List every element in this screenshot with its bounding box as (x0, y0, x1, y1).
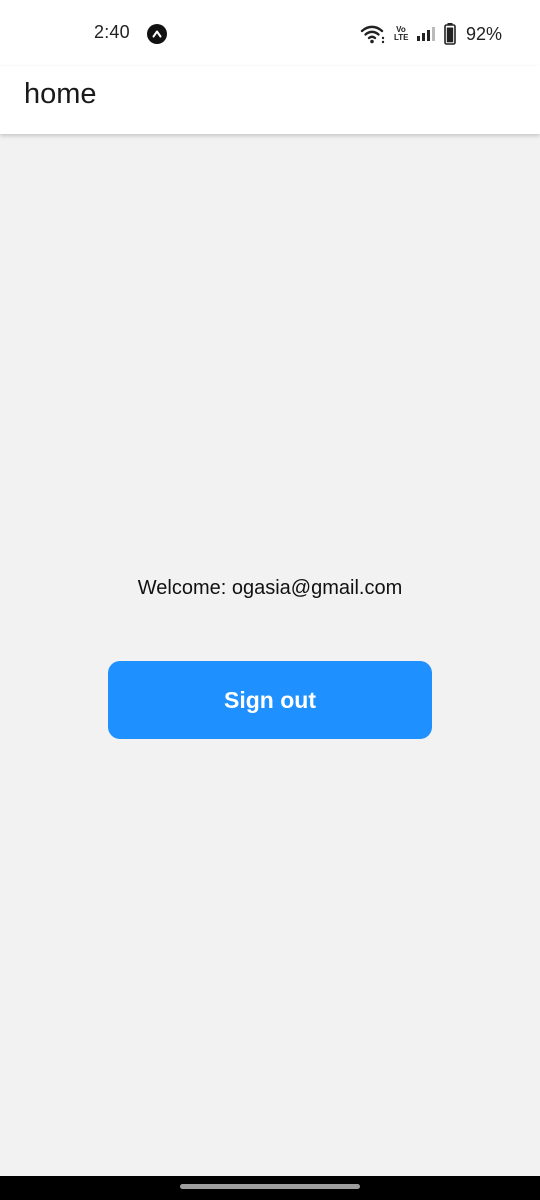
home-gesture-handle[interactable] (180, 1184, 360, 1189)
battery-icon (444, 23, 456, 45)
screen: 2:40 Vo LTE 92% home Welcome: ogasia@gma… (0, 0, 540, 1200)
page-title: home (24, 78, 97, 110)
status-icons: Vo LTE 92% (360, 21, 502, 47)
app-notification-icon (147, 24, 167, 44)
battery-percent: 92% (465, 23, 502, 44)
navigation-bar (0, 1176, 540, 1200)
chevron-up-icon (152, 30, 162, 38)
status-bar: 2:40 Vo LTE 92% (0, 0, 540, 66)
signal-icon (416, 27, 435, 41)
welcome-text: Welcome: ogasia@gmail.com (137, 577, 403, 599)
sign-out-button[interactable]: Sign out (108, 661, 432, 739)
volte-icon: Vo LTE (393, 25, 409, 42)
wifi-icon (360, 25, 385, 44)
status-time: 2:40 (94, 22, 130, 42)
app-bar: home (0, 66, 540, 134)
